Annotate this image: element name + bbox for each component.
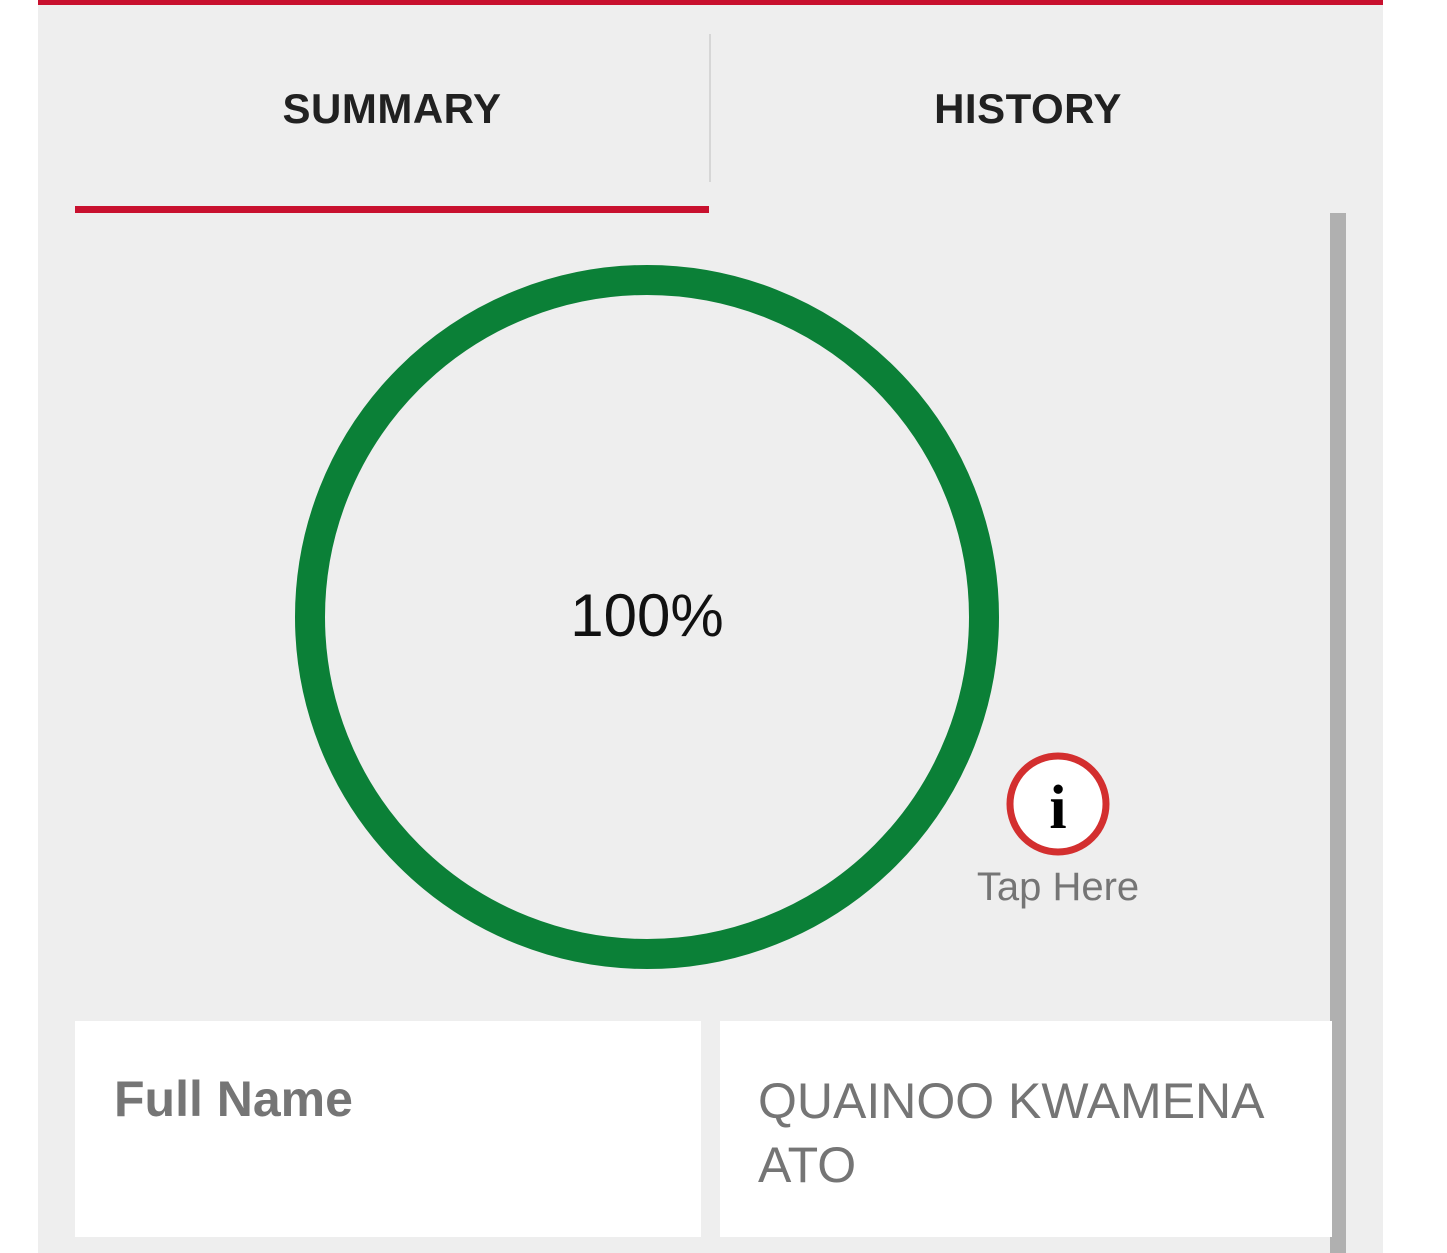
scrollbar[interactable] xyxy=(1330,213,1346,1253)
active-tab-indicator xyxy=(75,206,709,213)
header-accent-bar xyxy=(38,0,1383,5)
completion-percentage: 100% xyxy=(570,582,724,649)
tab-history-label: HISTORY xyxy=(934,85,1122,132)
tab-summary[interactable]: SUMMARY xyxy=(75,34,709,184)
full-name-label-cell: Full Name xyxy=(75,1021,701,1237)
profile-summary-panel: SUMMARY HISTORY 100% i Tap Here Full Nam… xyxy=(38,0,1383,1253)
full-name-label: Full Name xyxy=(114,1071,353,1127)
full-name-value: QUAINOO KWAMENA ATO xyxy=(758,1073,1262,1193)
info-tap-here-label[interactable]: Tap Here xyxy=(958,862,1158,912)
tab-summary-label: SUMMARY xyxy=(282,85,502,132)
full-name-value-cell: QUAINOO KWAMENA ATO xyxy=(720,1021,1332,1237)
info-icon[interactable]: i xyxy=(1004,750,1112,858)
tab-history[interactable]: HISTORY xyxy=(710,34,1346,184)
svg-text:i: i xyxy=(1049,774,1066,842)
